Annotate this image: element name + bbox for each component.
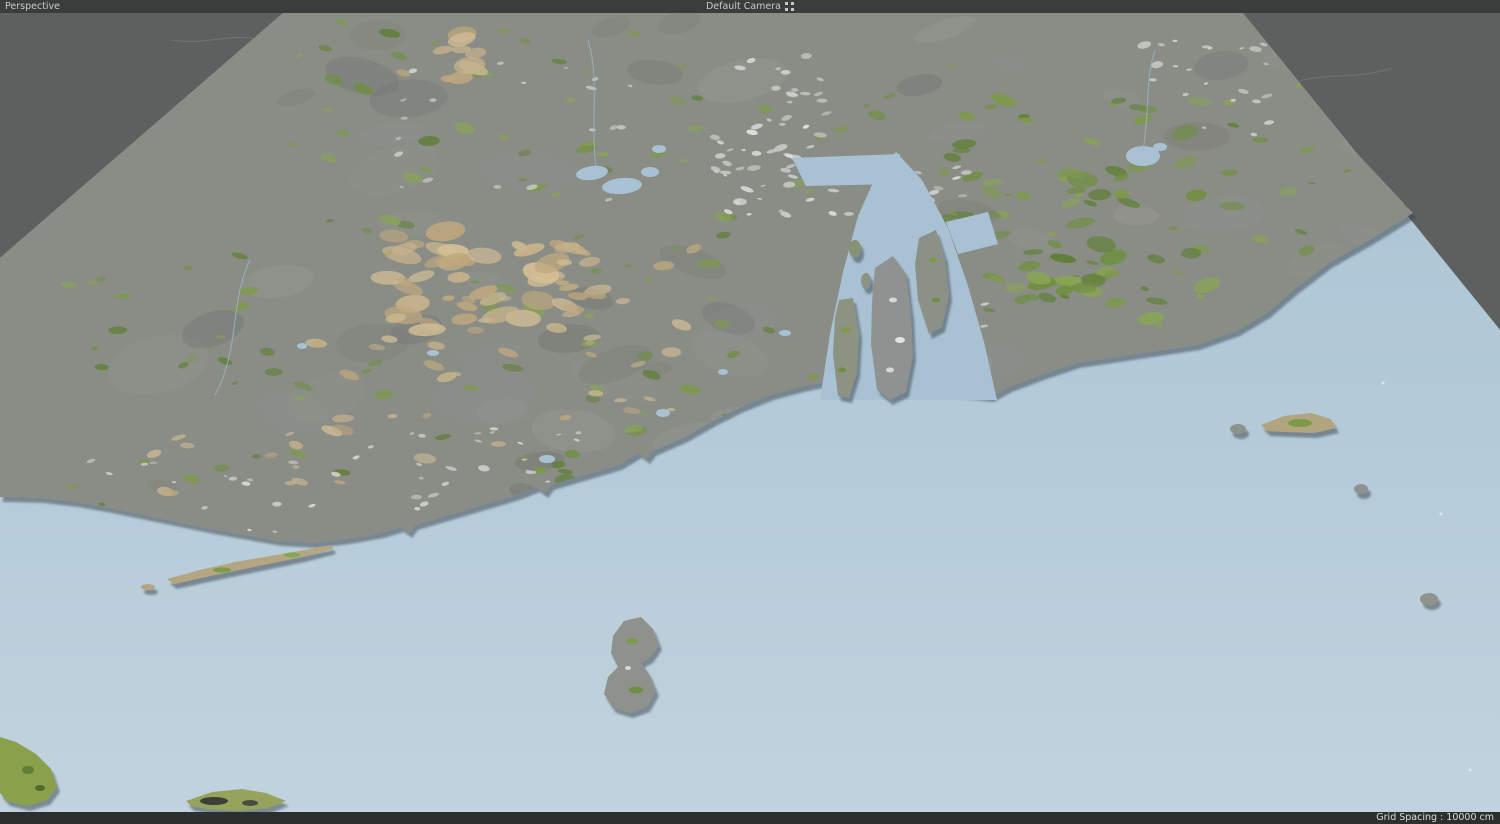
viewport-canvas[interactable]	[0, 0, 1500, 824]
grid-spacing-label: Grid Spacing : 10000 cm	[1376, 812, 1494, 823]
viewport-top-bar: Perspective Default Camera	[0, 0, 1500, 13]
viewport-window: Perspective Default Camera Grid Spacing …	[0, 0, 1500, 824]
camera-icon[interactable]	[785, 2, 794, 11]
camera-name-label[interactable]: Default Camera	[706, 0, 781, 13]
viewport-status-bar: Grid Spacing : 10000 cm	[0, 812, 1500, 824]
